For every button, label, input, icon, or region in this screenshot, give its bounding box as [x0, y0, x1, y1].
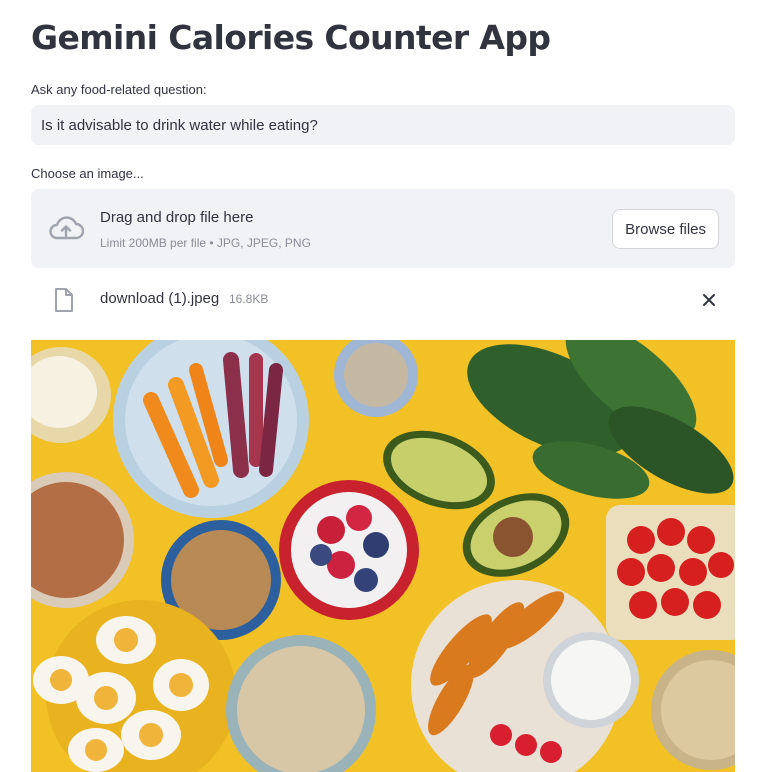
question-input[interactable]: [31, 105, 735, 145]
uploader-label: Choose an image...: [31, 166, 144, 181]
uploaded-file-row: download (1).jpeg 16.8KB: [31, 283, 735, 317]
dropzone-instruction: Drag and drop file here: [100, 209, 254, 226]
uploaded-file-name: download (1).jpeg: [100, 290, 220, 307]
file-icon: [53, 287, 75, 318]
close-icon[interactable]: [701, 292, 717, 313]
page-title: Gemini Calories Counter App: [31, 18, 551, 57]
file-dropzone[interactable]: Drag and drop file here Limit 200MB per …: [31, 189, 735, 268]
dropzone-limit-text: Limit 200MB per file • JPG, JPEG, PNG: [100, 236, 311, 250]
question-label: Ask any food-related question:: [31, 82, 207, 97]
uploaded-file-size: 16.8KB: [229, 292, 269, 306]
browse-files-button[interactable]: Browse files: [612, 209, 719, 249]
cloud-upload-icon: [47, 213, 85, 248]
uploaded-food-image: [31, 340, 735, 772]
